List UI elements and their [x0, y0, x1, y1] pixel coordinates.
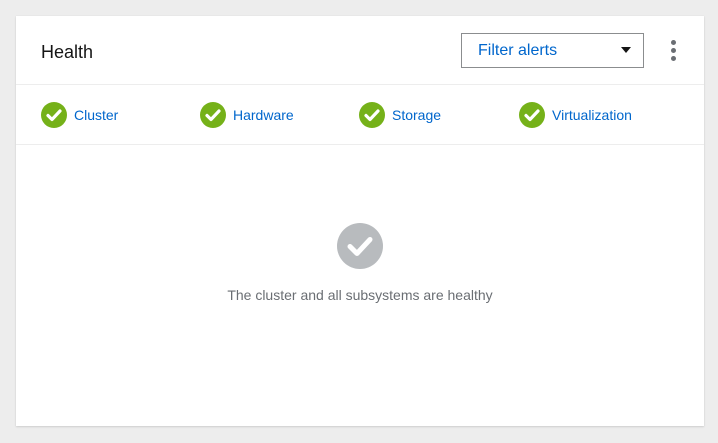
subsystem-label[interactable]: Virtualization [552, 106, 632, 124]
caret-down-icon [621, 47, 631, 53]
healthy-status-message: The cluster and all subsystems are healt… [227, 287, 493, 303]
kebab-menu-icon[interactable] [666, 40, 682, 62]
health-card: Health Filter alerts Cluster Hardware St… [16, 16, 704, 426]
kebab-dot [671, 40, 676, 45]
filter-alerts-label: Filter alerts [478, 42, 558, 59]
subsystem-label[interactable]: Cluster [74, 106, 118, 124]
kebab-dot [671, 56, 676, 61]
subsystem-label[interactable]: Storage [392, 106, 441, 124]
check-circle-icon [200, 102, 226, 128]
healthy-check-circle-icon [337, 223, 383, 269]
subsystem-label[interactable]: Hardware [233, 106, 294, 124]
filter-alerts-dropdown[interactable]: Filter alerts [461, 33, 644, 68]
card-title: Health [41, 42, 94, 62]
kebab-dot [671, 48, 676, 53]
subsystem-status-row: Cluster Hardware Storage Virtualization [16, 85, 704, 145]
check-circle-icon [519, 102, 545, 128]
check-circle-icon [41, 102, 67, 128]
check-circle-icon [359, 102, 385, 128]
card-header: Health Filter alerts [16, 16, 704, 85]
